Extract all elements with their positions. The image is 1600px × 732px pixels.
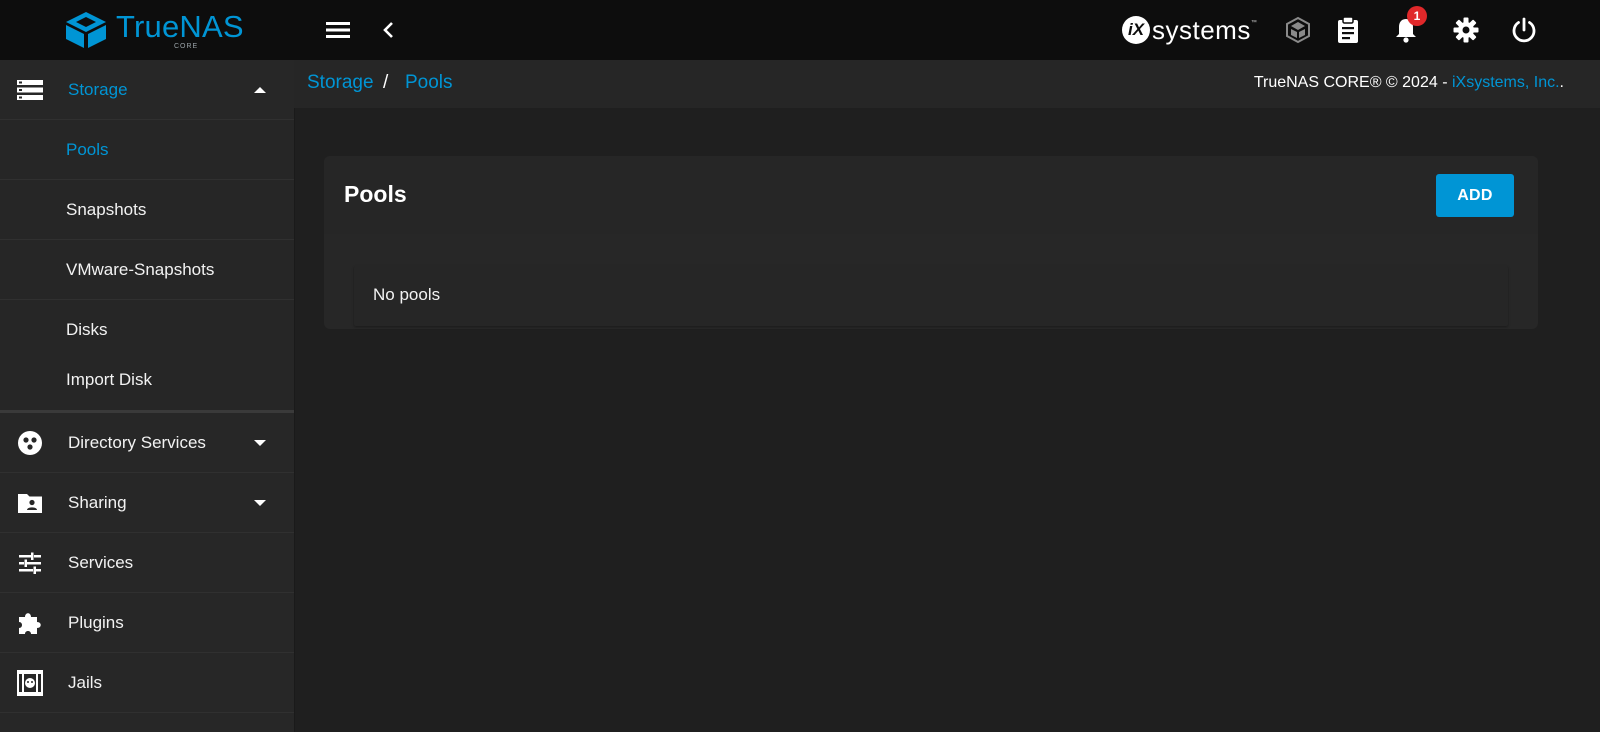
sidebar-item-label: Services (68, 552, 134, 572)
sidebar-subitem-label: Disks (66, 319, 108, 339)
sidebar-subitem-import-disk[interactable]: Import Disk (0, 350, 294, 410)
sidebar-item-label: Directory Services (68, 432, 206, 452)
jail-icon (16, 669, 44, 697)
copyright-text: TrueNAS CORE® © 2024 - (1253, 74, 1452, 91)
clipboard-icon (1338, 16, 1358, 43)
directory-services-icon (16, 429, 44, 457)
sidebar-item-label: Jails (68, 672, 103, 692)
truecommand-icon (1286, 16, 1310, 44)
sidebar: Storage Pools Snapshots VMware-Snapshots… (0, 60, 295, 732)
puzzle-icon (16, 609, 44, 637)
sidebar-subitem-snapshots[interactable]: Snapshots (0, 180, 294, 240)
sidebar-subitem-label: Import Disk (66, 370, 152, 389)
empty-state-message: No pools (373, 285, 441, 304)
ixsystems-logo-text: systems (1152, 14, 1251, 45)
page-title: Pools (344, 181, 407, 207)
ixsystems-logo-mark: iX (1122, 16, 1150, 44)
add-pool-button[interactable]: ADD (1436, 174, 1514, 217)
truenas-logo-icon (66, 12, 106, 48)
task-manager-button[interactable] (1332, 14, 1364, 46)
power-button[interactable] (1508, 14, 1540, 46)
menu-icon (326, 22, 350, 38)
copyright-trailing: . (1559, 74, 1564, 91)
storage-icon (16, 76, 44, 104)
power-icon (1512, 17, 1536, 43)
breadcrumb: Storage / Pools TrueNAS CORE® © 2024 - i… (294, 60, 1600, 108)
ixsystems-logo[interactable]: iX systems ™ (1122, 12, 1257, 48)
caret-down-icon (250, 493, 270, 513)
copyright-notice: TrueNAS CORE® © 2024 - iXsystems, Inc.. (1254, 74, 1564, 92)
breadcrumb-separator: / (383, 72, 389, 93)
sidebar-item-directory-services[interactable]: Directory Services (0, 413, 294, 473)
sidebar-item-services[interactable]: Services (0, 533, 294, 593)
sidebar-item-label: Storage (68, 79, 128, 99)
sidebar-subitem-label: VMware-Snapshots (66, 259, 215, 279)
sidebar-subitem-label: Snapshots (66, 199, 147, 219)
sidebar-item-sharing[interactable]: Sharing (0, 473, 294, 533)
notification-count-badge: 1 (1407, 6, 1427, 26)
sidebar-subitem-pools[interactable]: Pools (0, 120, 294, 180)
brand-edition: CORE (174, 42, 199, 50)
settings-button[interactable] (1450, 14, 1482, 46)
sidebar-item-label: Plugins (68, 612, 124, 632)
sidebar-item-storage[interactable]: Storage (0, 60, 294, 120)
ixsystems-link[interactable]: iXsystems, Inc. (1452, 74, 1560, 91)
caret-down-icon (250, 433, 270, 453)
breadcrumb-pools[interactable]: Pools (405, 72, 453, 94)
pools-card-header: Pools ADD (324, 156, 1538, 234)
menu-button[interactable] (322, 14, 354, 46)
sidebar-item-label: Sharing (68, 492, 127, 512)
sidebar-subitem-label: Pools (66, 139, 109, 159)
top-bar: TrueNAS CORE iX systems ™ 1 (0, 0, 1600, 60)
truecommand-button[interactable] (1282, 14, 1314, 46)
sidebar-item-plugins[interactable]: Plugins (0, 593, 294, 653)
brand-name: TrueNAS (116, 8, 244, 44)
tune-icon (16, 549, 44, 577)
pools-card: Pools ADD No pools (324, 156, 1538, 329)
ixsystems-trademark: ™ (1250, 20, 1257, 26)
back-button[interactable] (372, 14, 404, 46)
pools-list: No pools (354, 266, 1508, 326)
truenas-logo[interactable]: TrueNAS CORE (62, 10, 244, 50)
chevron-left-icon (383, 22, 393, 38)
caret-up-icon (250, 80, 270, 100)
gear-icon (1453, 17, 1479, 43)
breadcrumb-storage[interactable]: Storage (307, 72, 374, 94)
sidebar-item-jails[interactable]: Jails (0, 653, 294, 713)
folder-shared-icon (16, 489, 44, 517)
sidebar-subitem-vmware-snapshots[interactable]: VMware-Snapshots (0, 240, 294, 300)
